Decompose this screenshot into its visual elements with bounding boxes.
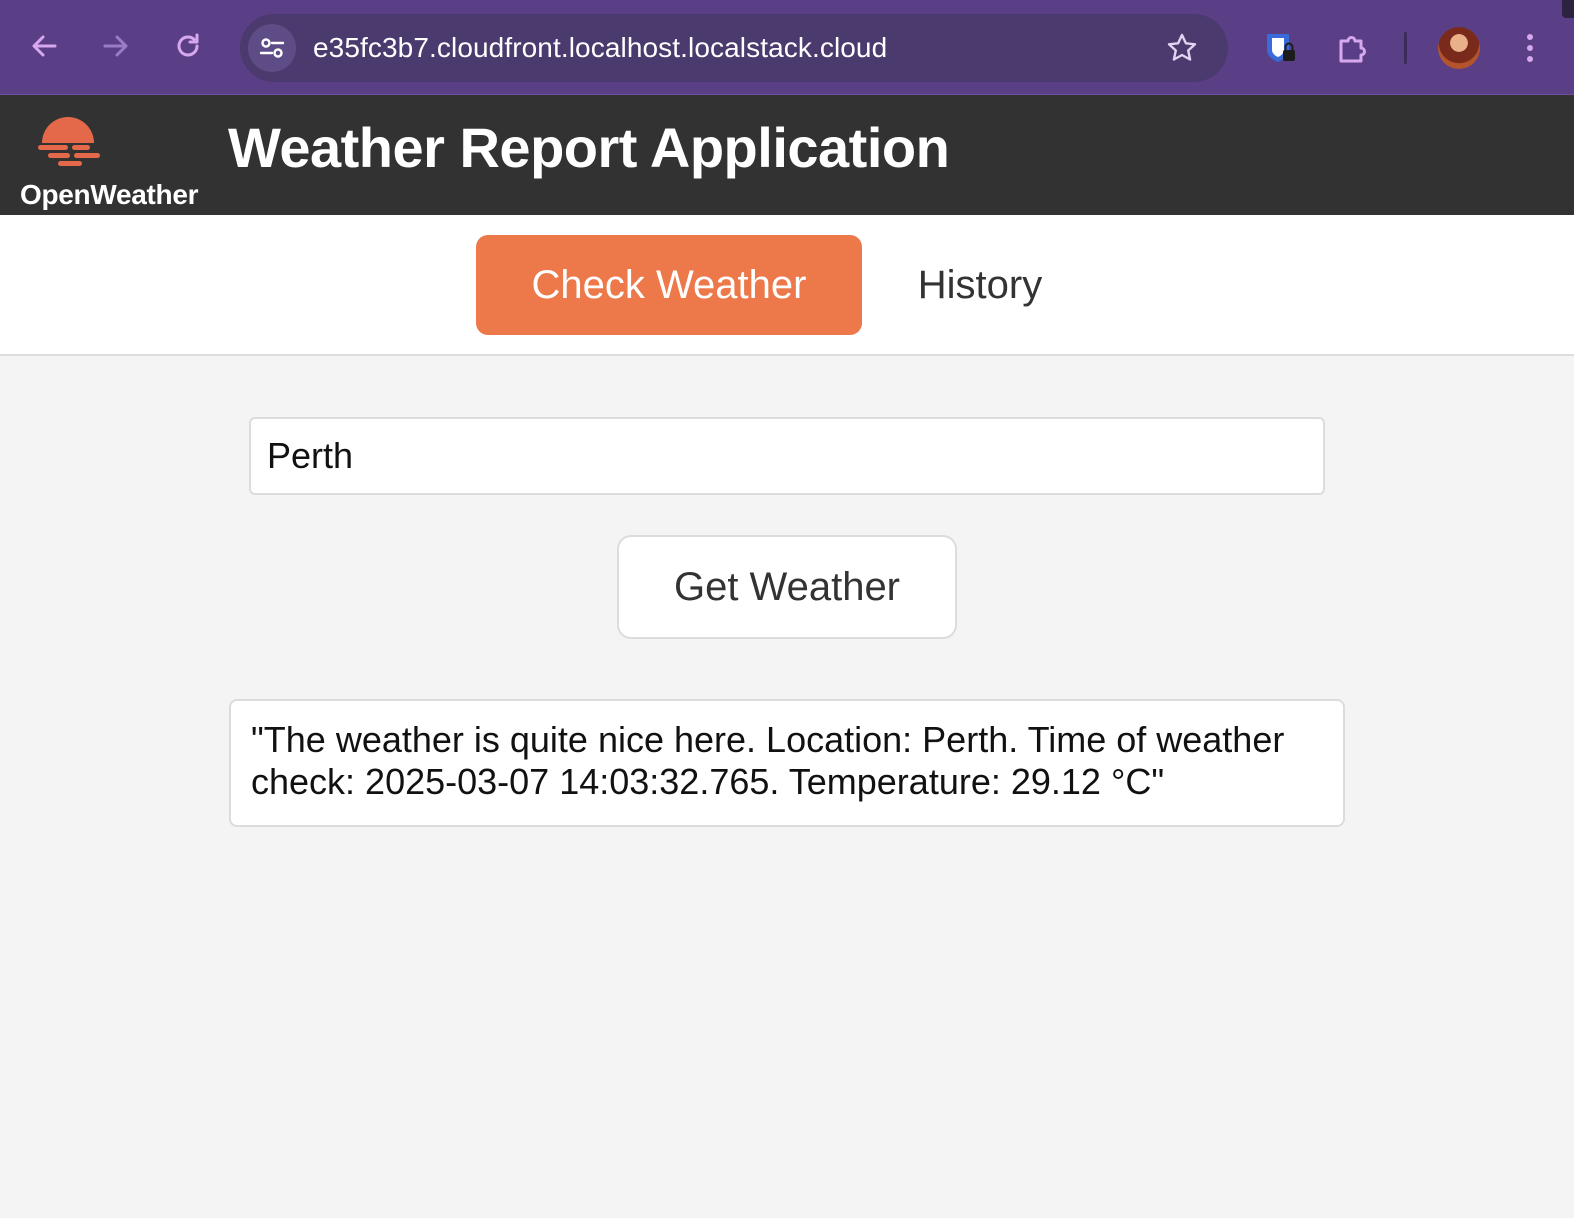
logo-text: OpenWeather [20, 179, 199, 210]
tab-history[interactable]: History [892, 235, 1068, 335]
site-info-icon[interactable] [248, 24, 296, 72]
bookmark-star-icon[interactable] [1164, 30, 1200, 66]
openweather-logo[interactable]: OpenWeather [18, 113, 208, 210]
tab-bar: Check Weather History [0, 215, 1574, 356]
back-arrow-icon[interactable] [26, 28, 62, 64]
tab-check-weather[interactable]: Check Weather [476, 235, 862, 335]
sun-logo-icon [38, 117, 100, 166]
page-title: Weather Report Application [228, 116, 950, 179]
weather-result: "The weather is quite nice here. Locatio… [229, 699, 1345, 827]
reload-icon[interactable] [170, 28, 206, 64]
forward-arrow-icon[interactable] [98, 28, 134, 64]
password-manager-icon[interactable] [1260, 28, 1300, 68]
get-weather-button[interactable]: Get Weather [617, 535, 957, 639]
browser-toolbar: e35fc3b7.cloudfront.localhost.localstack… [0, 0, 1574, 95]
city-input[interactable] [249, 417, 1325, 495]
window-corner [1562, 0, 1574, 18]
address-bar[interactable]: e35fc3b7.cloudfront.localhost.localstack… [240, 14, 1228, 82]
app-header: OpenWeather Weather Report Application [0, 95, 1574, 215]
extensions-icon[interactable] [1332, 28, 1372, 68]
url-text[interactable]: e35fc3b7.cloudfront.localhost.localstack… [313, 14, 887, 82]
profile-avatar[interactable] [1438, 27, 1480, 69]
toolbar-separator [1404, 32, 1407, 64]
more-menu-icon[interactable] [1516, 28, 1544, 68]
